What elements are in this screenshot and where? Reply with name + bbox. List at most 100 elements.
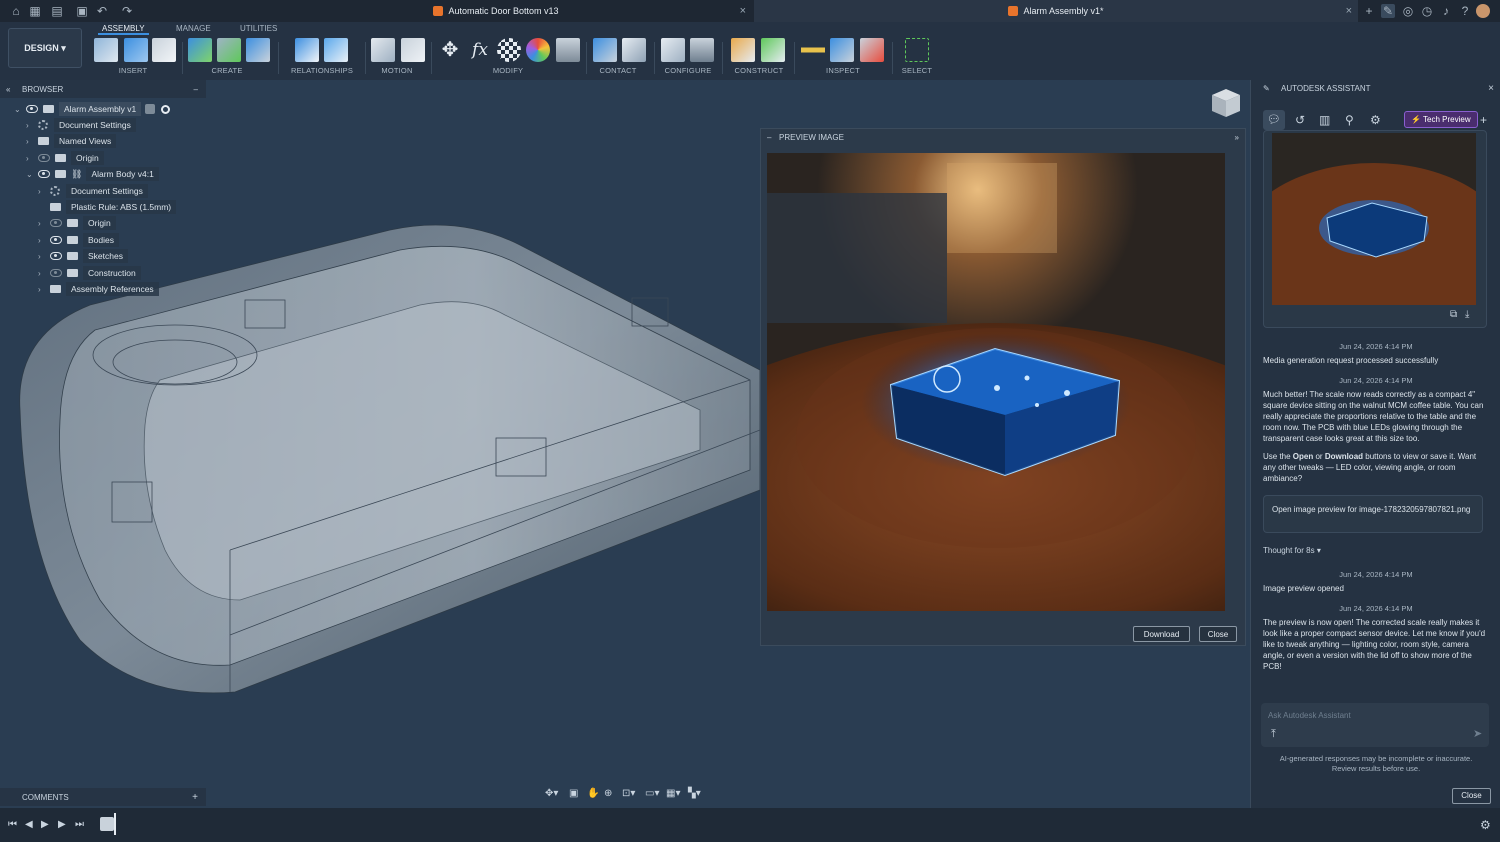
viewports-icon[interactable]: ▚▾ (688, 788, 701, 799)
look-at-icon[interactable]: ▣ (569, 788, 578, 799)
view-cube[interactable] (1212, 89, 1240, 117)
undo-icon[interactable]: ↶ (95, 4, 109, 18)
notification-bell-icon[interactable]: ♪ (1439, 4, 1453, 18)
construct-plane-icon[interactable] (731, 38, 755, 62)
group-inspect[interactable]: INSPECT (818, 66, 868, 75)
chevron-right-icon[interactable]: › (26, 121, 34, 130)
tab-manage[interactable]: MANAGE (172, 24, 215, 33)
library-icon[interactable]: ▥ (1319, 110, 1330, 130)
decal-icon[interactable] (152, 38, 176, 62)
tree-item[interactable]: › Document Settings (38, 183, 148, 199)
contact-sets-icon[interactable] (593, 38, 617, 62)
file-icon[interactable]: ▤ (50, 4, 64, 18)
tool-call-card[interactable]: Open image preview for image-17823205978… (1263, 495, 1483, 533)
minimize-icon[interactable]: – (194, 85, 198, 94)
interference-icon[interactable] (860, 38, 884, 62)
zoom-icon[interactable]: ⊕ (604, 788, 612, 799)
chat-input-box[interactable]: Ask Autodesk Assistant ⤒ ➤ (1261, 703, 1489, 747)
visibility-eye-icon[interactable] (50, 236, 62, 244)
preview-close-button[interactable]: Close (1199, 626, 1237, 642)
go-to-end-icon[interactable]: ⏭ (75, 819, 84, 830)
browser-panel-header[interactable]: « BROWSER – (0, 80, 206, 98)
visibility-eye-off-icon[interactable] (50, 269, 62, 277)
download-icon[interactable]: ⤓ (1465, 309, 1469, 320)
tree-item[interactable]: › Document Settings (26, 117, 136, 133)
physical-material-icon[interactable] (526, 38, 550, 62)
help-icon[interactable]: ? (1458, 4, 1472, 18)
fit-icon[interactable]: ⊡▾ (622, 788, 635, 799)
visibility-eye-off-icon[interactable] (50, 219, 62, 227)
comments-panel-header[interactable]: COMMENTS + (0, 788, 206, 806)
group-modify[interactable]: MODIFY (480, 66, 536, 75)
select-window-icon[interactable] (905, 38, 929, 62)
avatar[interactable] (1476, 4, 1490, 18)
minimize-icon[interactable]: – (767, 133, 771, 142)
close-tab-icon[interactable]: × (740, 5, 746, 17)
timeline-feature-icon[interactable] (100, 817, 114, 831)
sketch-icon[interactable] (217, 38, 241, 62)
chevron-right-icon[interactable]: › (38, 252, 46, 261)
group-relationships[interactable]: RELATIONSHIPS (284, 66, 360, 75)
save-icon[interactable]: ▣ (75, 4, 89, 18)
text-icon[interactable] (124, 38, 148, 62)
tree-item[interactable]: Plastic Rule: ABS (1.5mm) (50, 199, 177, 215)
drive-joints-icon[interactable] (401, 38, 425, 62)
table-icon[interactable] (556, 38, 580, 62)
generated-image-thumbnail[interactable] (1272, 133, 1476, 305)
step-back-icon[interactable]: ◀ (25, 819, 33, 830)
tree-item-component[interactable]: ⌄ ⛓ Alarm Body v4:1 (26, 166, 159, 182)
joint-origin-icon[interactable] (246, 38, 270, 62)
tree-item[interactable]: › Sketches (38, 248, 128, 264)
configure-icon[interactable] (661, 38, 685, 62)
thought-toggle[interactable]: Thought for 8s ▾ (1263, 546, 1321, 555)
insert-icon[interactable] (94, 38, 118, 62)
tree-item[interactable]: › Origin (38, 215, 116, 231)
tree-item[interactable]: › Assembly References (38, 281, 159, 297)
tree-item[interactable]: › Construction (38, 265, 141, 281)
grid-icon[interactable]: ▦▾ (666, 788, 680, 799)
tab-utilities[interactable]: UTILITIES (236, 24, 281, 33)
tech-preview-badge[interactable]: ⚡ Tech Preview (1404, 111, 1478, 128)
construct-axis-icon[interactable] (761, 38, 785, 62)
section-analysis-icon[interactable] (830, 38, 854, 62)
measure-icon[interactable] (801, 38, 825, 62)
extensions-icon[interactable]: ◎ (1401, 4, 1415, 18)
configure-table-icon[interactable] (690, 38, 714, 62)
group-create[interactable]: CREATE (202, 66, 252, 75)
tree-item-root[interactable]: ⌄ Alarm Assembly v1 (14, 101, 171, 117)
active-component-icon[interactable] (145, 104, 156, 114)
move-icon[interactable]: ✥ (438, 38, 462, 62)
display-settings-icon[interactable]: ▭▾ (645, 788, 659, 799)
tab-assembly[interactable]: ASSEMBLY (98, 24, 149, 35)
new-component-icon[interactable] (188, 38, 212, 62)
rigid-group-icon[interactable] (295, 38, 319, 62)
chevron-right-icon[interactable]: › (38, 187, 46, 196)
chat-icon[interactable]: 💬︎ (1263, 110, 1285, 130)
open-external-icon[interactable]: ⧉ (1450, 309, 1457, 320)
group-configure[interactable]: CONFIGURE (660, 66, 716, 75)
timeline-marker[interactable] (114, 813, 116, 835)
chevron-right-icon[interactable]: › (38, 269, 46, 278)
apps-grid-icon[interactable]: ▦ (28, 4, 42, 18)
send-icon[interactable]: ➤ (1473, 727, 1482, 740)
collapse-panel-icon[interactable]: « (6, 85, 10, 94)
go-to-start-icon[interactable]: ⏮ (8, 819, 17, 830)
chevron-right-icon[interactable]: › (38, 219, 46, 228)
timeline-settings-gear-icon[interactable]: ⚙ (1480, 818, 1491, 832)
enable-contact-icon[interactable] (622, 38, 646, 62)
visibility-eye-icon[interactable] (38, 170, 50, 178)
visibility-eye-icon[interactable] (26, 105, 38, 113)
group-construct[interactable]: CONSTRUCT (730, 66, 788, 75)
tree-item[interactable]: › Origin (26, 150, 104, 166)
chevron-down-icon[interactable]: ⌄ (26, 170, 34, 179)
history-icon[interactable]: ↺ (1295, 110, 1305, 130)
chat-input-placeholder[interactable]: Ask Autodesk Assistant (1268, 711, 1351, 720)
upload-icon[interactable]: ⤒ (1271, 728, 1276, 741)
step-forward-icon[interactable]: ▶ (58, 819, 66, 830)
visibility-eye-off-icon[interactable] (38, 154, 50, 162)
workspace-switcher-button[interactable]: DESIGN ▾ (8, 28, 82, 68)
document-tab-active[interactable]: Alarm Assembly v1* × (754, 0, 1358, 22)
download-button[interactable]: Download (1133, 626, 1190, 642)
joint-icon[interactable] (324, 38, 348, 62)
lightbulb-icon[interactable]: ⚲ (1345, 110, 1354, 130)
